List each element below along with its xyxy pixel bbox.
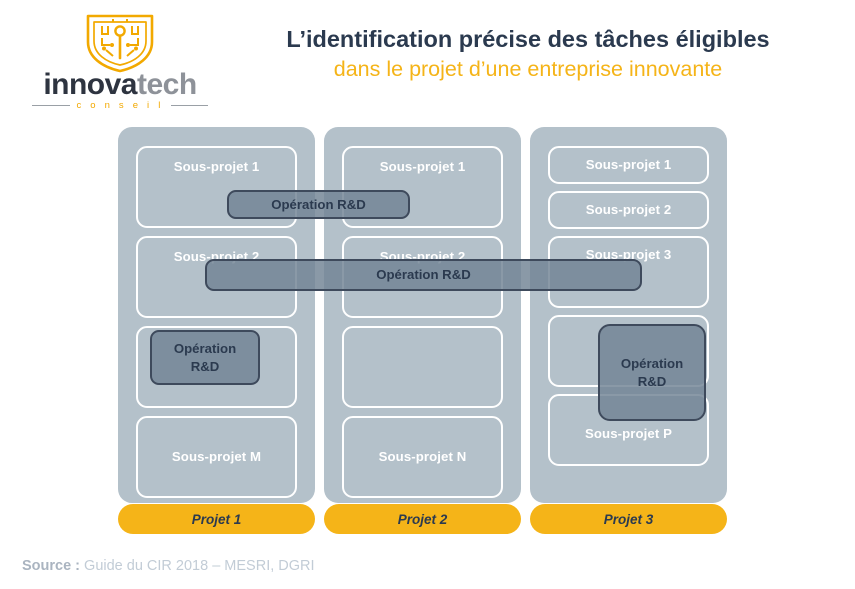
subproject-box[interactable]: Sous-projet N bbox=[342, 416, 503, 498]
logo-tagline-row: c o n s e i l bbox=[32, 100, 209, 111]
operation-rd-label-line1: Opération bbox=[620, 356, 684, 372]
subproject-label: Sous-projet M bbox=[171, 448, 262, 464]
operation-rd-label: Opération R&D bbox=[174, 340, 236, 374]
innovatech-logo: innovatech c o n s e i l bbox=[32, 12, 209, 111]
source-footer: Source : Guide du CIR 2018 – MESRI, DGRI bbox=[22, 558, 315, 574]
operation-rd-label-line2: R&D bbox=[637, 373, 667, 389]
logo-wordmark-tech: tech bbox=[137, 68, 197, 101]
slide-canvas: innovatech c o n s e i l L’identificatio… bbox=[0, 0, 855, 589]
operation-rd-label-line1: Opération bbox=[173, 341, 237, 357]
subproject-label: Sous-projet P bbox=[584, 426, 673, 441]
project-label-pill[interactable]: Projet 2 bbox=[324, 504, 521, 534]
operation-rd-label: Opération R&D bbox=[376, 267, 471, 283]
project-label: Projet 3 bbox=[603, 511, 654, 527]
subproject-label: Sous-projet 1 bbox=[585, 156, 672, 172]
operation-rd-box[interactable]: Opération R&D bbox=[150, 330, 260, 385]
logo-wordmark: innovatech bbox=[32, 70, 208, 100]
project-label-pill[interactable]: Projet 3 bbox=[530, 504, 727, 534]
operation-rd-box[interactable]: Opération R&D bbox=[598, 324, 706, 421]
shield-circuit-logo-icon bbox=[86, 14, 154, 73]
project-column-3[interactable]: Sous-projet 1 Sous-projet 2 Sous-projet … bbox=[530, 127, 727, 503]
project-label: Projet 1 bbox=[191, 511, 242, 527]
operation-rd-label: Opération R&D bbox=[271, 196, 366, 212]
operation-rd-label-line2: R&D bbox=[190, 358, 220, 374]
page-title: L’identification précise des tâches élig… bbox=[222, 24, 834, 84]
subproject-box[interactable]: Sous-projet M bbox=[136, 416, 297, 498]
page-title-subline: dans le projet d’une entreprise innovant… bbox=[333, 56, 723, 81]
subproject-box[interactable]: Sous-projet 1 bbox=[548, 146, 709, 184]
projects-diagram: Sous-projet 1 Sous-projet 2 Sous-projet … bbox=[0, 120, 855, 540]
logo-tagline: c o n s e i l bbox=[76, 100, 164, 111]
subproject-label: Sous-projet 1 bbox=[173, 159, 260, 174]
operation-rd-bar[interactable]: Opération R&D bbox=[205, 259, 642, 291]
project-column-2[interactable]: Sous-projet 1 Sous-projet 2 Sous-projet … bbox=[324, 127, 521, 503]
source-label: Source : bbox=[22, 558, 81, 574]
slide-header: innovatech c o n s e i l L’identificatio… bbox=[0, 0, 855, 120]
subproject-box[interactable] bbox=[342, 326, 503, 408]
subproject-label: Sous-projet N bbox=[378, 448, 467, 464]
subproject-label: Sous-projet 2 bbox=[585, 201, 672, 217]
tagline-rule-left bbox=[32, 105, 70, 106]
operation-rd-label: Opération R&D bbox=[621, 355, 683, 389]
operation-rd-bar[interactable]: Opération R&D bbox=[227, 190, 410, 219]
source-value: Guide du CIR 2018 – MESRI, DGRI bbox=[84, 558, 315, 574]
subproject-box[interactable]: Sous-projet 2 bbox=[548, 191, 709, 229]
subproject-label: Sous-projet 1 bbox=[379, 159, 466, 174]
tagline-rule-right bbox=[170, 105, 209, 106]
page-title-line1: L’identification précise des tâches élig… bbox=[286, 26, 770, 52]
project-column-1[interactable]: Sous-projet 1 Sous-projet 2 Sous-projet … bbox=[118, 127, 315, 503]
logo-wordmark-innova: innova bbox=[43, 68, 137, 101]
project-label-pill[interactable]: Projet 1 bbox=[118, 504, 315, 534]
project-label: Projet 2 bbox=[397, 511, 448, 527]
